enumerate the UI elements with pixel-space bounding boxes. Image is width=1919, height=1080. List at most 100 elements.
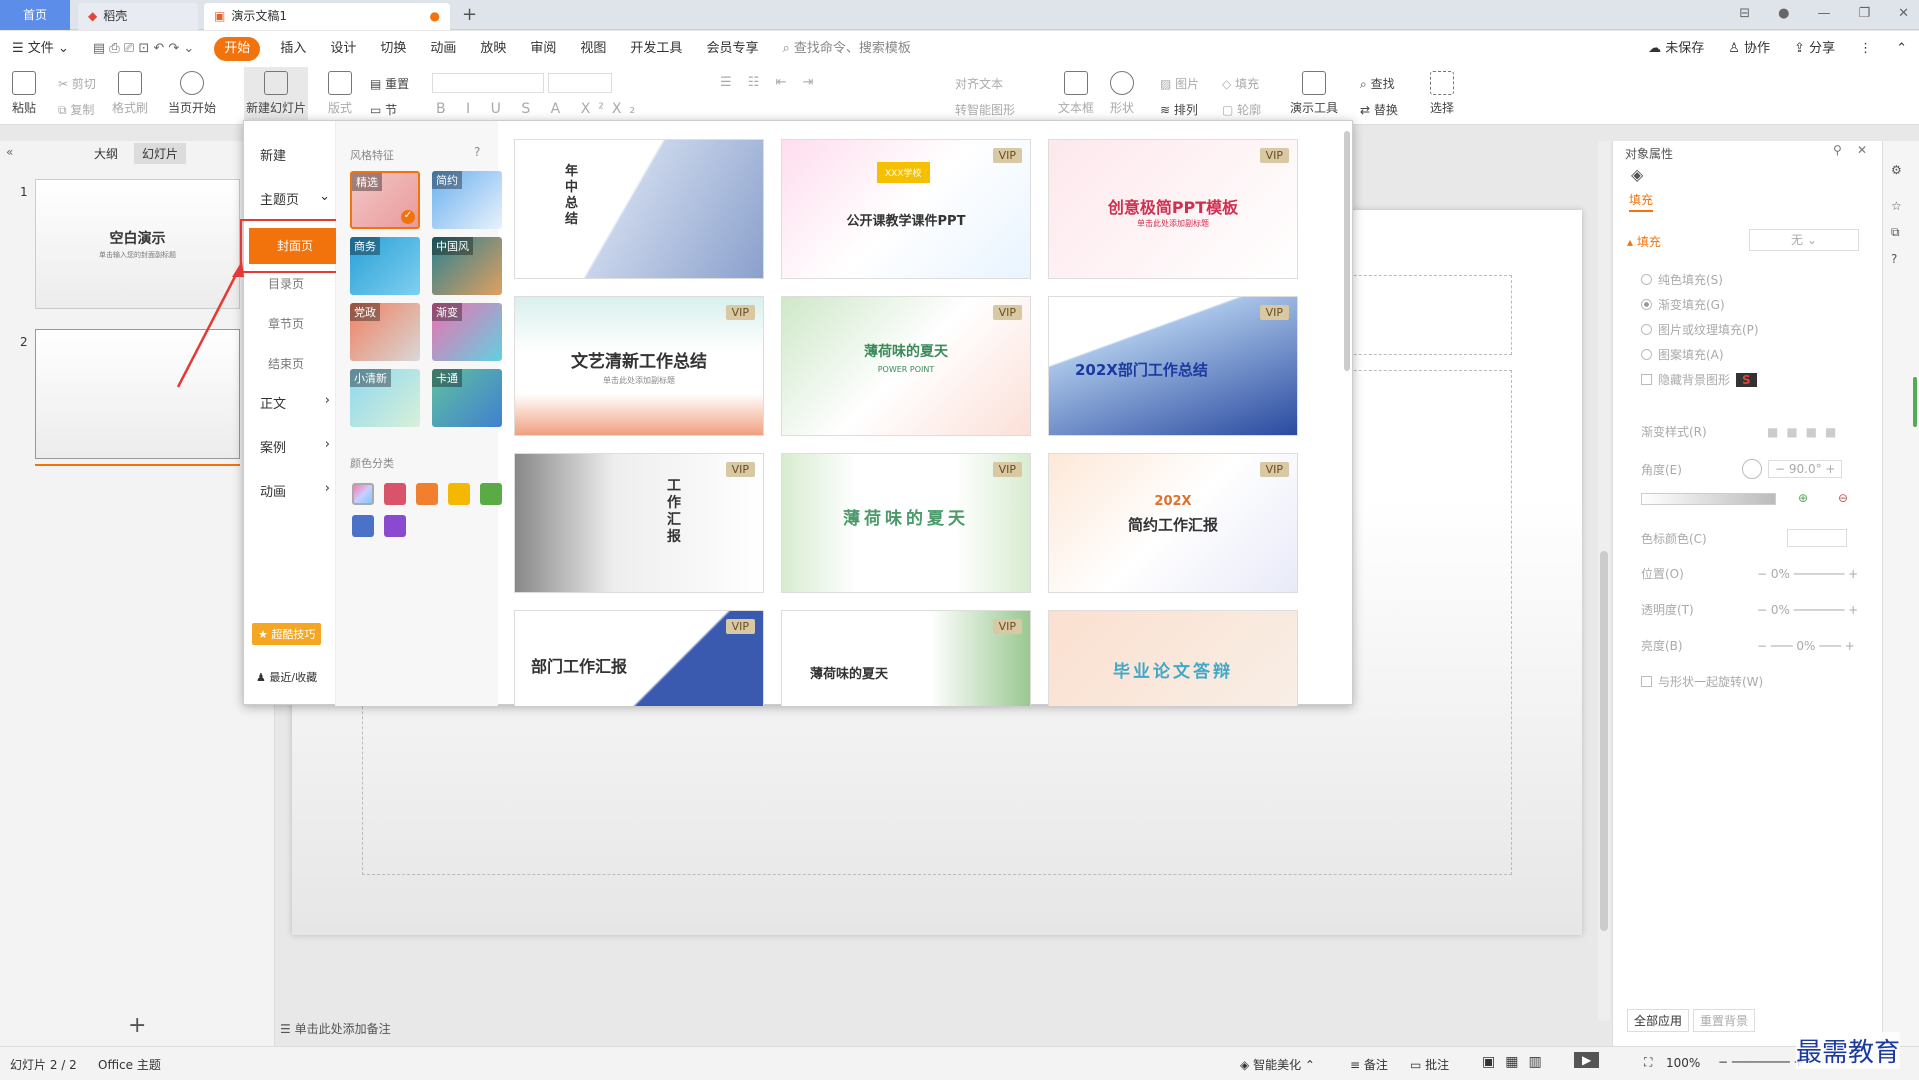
command-search[interactable]: ⌕ 查找命令、搜索模板 <box>770 31 922 67</box>
smart-beautify-button[interactable]: ◈ 智能美化 ⌃ <box>1240 1056 1315 1073</box>
layout-button[interactable]: 版式 <box>328 71 352 116</box>
file-menu[interactable]: ☰ 文件 ⌄ <box>0 31 81 67</box>
align-text-button[interactable]: 对齐文本 <box>955 75 1003 92</box>
radio-solid[interactable] <box>1641 274 1652 285</box>
avatar[interactable]: ● <box>1778 6 1789 21</box>
template-card-6[interactable]: VIP 202X部门工作总结 <box>1048 296 1298 436</box>
collapse-panel-icon[interactable]: « <box>6 145 13 159</box>
collab-button[interactable]: ♙ 协作 <box>1716 31 1782 67</box>
gradient-style-swatches[interactable]: ■■■■ <box>1767 425 1844 439</box>
zoom-level[interactable]: 100% <box>1666 1056 1700 1070</box>
help-icon[interactable]: ? <box>1891 252 1911 266</box>
nav-toc[interactable]: 目录页 <box>268 275 304 292</box>
format-painter-button[interactable]: 格式刷 <box>112 71 148 116</box>
cut-button[interactable]: ✂ 剪切 <box>58 75 96 92</box>
properties-icon[interactable]: ⚙ <box>1891 163 1911 177</box>
comments-button[interactable]: ▭ 批注 <box>1410 1056 1449 1073</box>
transparency-slider[interactable]: − 0% ─────── + <box>1757 603 1858 617</box>
template-card-4[interactable]: VIP 文艺清新工作总结 单击此处添加副标题 <box>514 296 764 436</box>
color-swatch-gradient[interactable] <box>352 483 374 505</box>
menu-design[interactable]: 设计 <box>318 31 368 67</box>
nav-end[interactable]: 结束页 <box>268 355 304 372</box>
close-icon[interactable]: ✕ <box>1898 6 1909 21</box>
stop-color-select[interactable] <box>1787 529 1847 547</box>
arrange-button[interactable]: ≋ 排列 <box>1160 101 1198 118</box>
smart-shape-button[interactable]: 转智能图形 <box>955 101 1015 118</box>
angle-dial-icon[interactable] <box>1742 459 1762 479</box>
menu-view[interactable]: 视图 <box>568 31 618 67</box>
fill-button[interactable]: ◇ 填充 <box>1222 75 1259 92</box>
nav-theme[interactable]: 主题页 ⌄ <box>260 189 330 208</box>
fill-section-label[interactable]: ▴ 填充 <box>1627 233 1661 250</box>
close-panel-icon[interactable]: ✕ <box>1857 143 1867 157</box>
style-gradient[interactable]: 渐变 <box>432 303 502 361</box>
add-stop-icon[interactable]: ⊕ <box>1798 491 1808 505</box>
solid-fill-option[interactable]: 纯色填充(S) <box>1641 271 1723 288</box>
angle-input[interactable]: − 90.0° + <box>1768 460 1843 478</box>
template-card-7[interactable]: VIP 工作汇报 <box>514 453 764 593</box>
outline-button[interactable]: ▢ 轮廓 <box>1222 101 1261 118</box>
color-swatch-yellow[interactable] <box>448 483 470 505</box>
fill-select[interactable]: 无 ⌄ <box>1749 229 1859 251</box>
apply-all-button[interactable]: 全部应用 <box>1627 1009 1690 1032</box>
nav-cover[interactable]: 封面页 <box>240 219 350 273</box>
tab-slides[interactable]: 幻灯片 <box>134 143 187 164</box>
picture-button[interactable]: ▨ 图片 <box>1160 75 1199 92</box>
color-swatch-red[interactable] <box>384 483 406 505</box>
play-slideshow-button[interactable]: ▶ <box>1574 1052 1600 1068</box>
unsaved-button[interactable]: ☁ 未保存 <box>1636 31 1716 67</box>
template-card-2[interactable]: VIP XXX学校 公开课教学课件PPT <box>781 139 1031 279</box>
menu-review[interactable]: 审阅 <box>518 31 568 67</box>
scroll-indicator[interactable] <box>1913 377 1917 427</box>
section-button[interactable]: ▭ 节 <box>370 101 397 118</box>
recent-favorites-button[interactable]: ♟ 最近/收藏 <box>256 669 317 685</box>
minimize-icon[interactable]: — <box>1817 6 1830 21</box>
hide-bg-checkbox[interactable] <box>1641 374 1652 385</box>
pattern-fill-option[interactable]: 图案填充(A) <box>1641 346 1724 363</box>
template-card-12[interactable]: 毕业论文答辩 <box>1048 610 1298 706</box>
more-icon[interactable]: ⋮ <box>1847 31 1884 67</box>
tab-document[interactable]: ▣ 演示文稿1 ● <box>204 3 450 30</box>
template-card-9[interactable]: VIP 202X 简约工作汇报 <box>1048 453 1298 593</box>
menu-slideshow[interactable]: 放映 <box>468 31 518 67</box>
tab-outline[interactable]: 大纲 <box>94 145 118 162</box>
replace-button[interactable]: ⇄ 替换 <box>1360 101 1398 118</box>
layout-icon[interactable]: ⊟ <box>1739 6 1750 21</box>
rotate-checkbox[interactable] <box>1641 676 1652 687</box>
position-slider[interactable]: − 0% ─────── + <box>1757 567 1858 581</box>
template-card-1[interactable]: 年中总结 <box>514 139 764 279</box>
gallery-scrollbar[interactable] <box>1344 131 1350 371</box>
play-from-current-button[interactable]: 当页开始 <box>168 71 216 116</box>
menu-insert[interactable]: 插入 <box>268 31 318 67</box>
nav-new[interactable]: 新建 <box>260 145 330 164</box>
select-button[interactable]: 选择 <box>1430 71 1454 116</box>
brightness-slider[interactable]: − ─── 0% ─── + <box>1757 639 1855 653</box>
new-tab-button[interactable]: + <box>462 4 477 25</box>
menu-developer[interactable]: 开发工具 <box>618 31 694 67</box>
remove-stop-icon[interactable]: ⊖ <box>1838 491 1848 505</box>
notes-bar[interactable]: ☰ 单击此处添加备注 <box>280 1014 1580 1044</box>
zoom-slider[interactable]: − ──────── + <box>1718 1055 1804 1069</box>
menu-member[interactable]: 会员专享 <box>694 31 770 67</box>
copy-button[interactable]: ⧉ 复制 <box>58 101 94 118</box>
nav-chapter[interactable]: 章节页 <box>268 315 304 332</box>
add-slide-button[interactable]: + <box>128 1013 146 1038</box>
pin-icon[interactable]: ⚲ <box>1833 143 1842 157</box>
nav-animation[interactable]: 动画 › <box>260 481 330 500</box>
shape-button[interactable]: 形状 <box>1110 71 1134 116</box>
color-swatch-blue[interactable] <box>352 515 374 537</box>
nav-case[interactable]: 案例 › <box>260 437 330 456</box>
template-card-11[interactable]: VIP 薄荷味的夏天 <box>781 610 1031 706</box>
restore-icon[interactable]: ❐ <box>1858 6 1870 21</box>
style-featured[interactable]: 精选 ✓ <box>350 171 420 229</box>
style-chinese[interactable]: 中国风 <box>432 237 502 295</box>
tab-daoke[interactable]: ◆ 稻壳 <box>78 3 198 30</box>
rotate-with-shape-row[interactable]: 与形状一起旋转(W) <box>1641 673 1763 690</box>
radio-pattern[interactable] <box>1641 349 1652 360</box>
radio-gradient[interactable] <box>1641 299 1652 310</box>
fit-window-icon[interactable]: ⛶ <box>1644 1055 1652 1070</box>
star-icon[interactable]: ☆ <box>1891 199 1911 213</box>
tab-fill[interactable]: 填充 <box>1629 191 1654 212</box>
canvas-scrollbar[interactable] <box>1598 141 1610 1021</box>
color-swatch-purple[interactable] <box>384 515 406 537</box>
